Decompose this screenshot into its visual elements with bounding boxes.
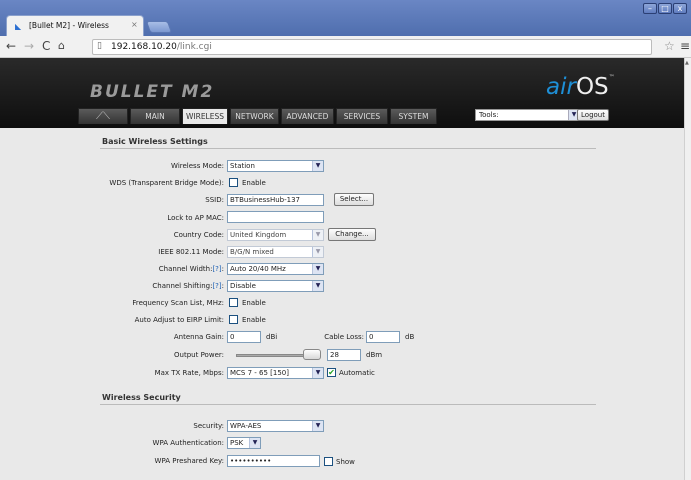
- automatic-label: Automatic: [339, 369, 375, 377]
- wpa-auth-label: WPA Authentication:: [152, 439, 224, 447]
- chevron-down-icon: ▼: [249, 438, 260, 448]
- close-window-icon[interactable]: x: [673, 3, 687, 14]
- output-power-slider-handle[interactable]: [303, 349, 321, 360]
- cable-loss-input[interactable]: 0: [366, 331, 400, 343]
- antenna-gain-unit: dBi: [266, 333, 278, 341]
- tab-system[interactable]: SYSTEM: [390, 108, 437, 124]
- ubiquiti-logo-icon: ⟋⟍: [96, 111, 110, 122]
- wpa-auth-select[interactable]: PSK ▼: [227, 437, 261, 449]
- page-icon: ▯: [97, 41, 102, 51]
- header-banner: BULLET M2 airOS™ ⟋⟍ MAIN WIRELESS NETWOR…: [0, 58, 684, 128]
- max-tx-rate-label: Max TX Rate, Mbps:: [154, 369, 224, 377]
- section-title-basic: Basic Wireless Settings: [102, 137, 208, 146]
- security-label: Security:: [193, 422, 224, 430]
- output-power-label: Output Power:: [174, 351, 224, 359]
- wds-checkbox[interactable]: [229, 178, 238, 187]
- security-select[interactable]: WPA-AES ▼: [227, 420, 324, 432]
- back-arrow-icon[interactable]: ←: [6, 39, 16, 53]
- ssid-label: SSID:: [205, 196, 224, 204]
- antenna-gain-input[interactable]: 0: [227, 331, 261, 343]
- page-viewport: BULLET M2 airOS™ ⟋⟍ MAIN WIRELESS NETWOR…: [0, 58, 684, 480]
- cable-loss-unit: dB: [405, 333, 415, 341]
- chevron-down-icon: ▼: [312, 161, 323, 171]
- logout-button[interactable]: Logout: [577, 109, 609, 121]
- new-tab-button[interactable]: [145, 21, 173, 33]
- country-code-select[interactable]: United Kingdom ▼: [227, 229, 324, 241]
- wireless-mode-label: Wireless Mode:: [171, 162, 224, 170]
- change-country-button[interactable]: Change...: [328, 228, 376, 241]
- address-bar[interactable]: ▯ 192.168.10.20/link.cgi: [92, 39, 652, 55]
- wds-label: WDS (Transparent Bridge Mode):: [109, 179, 224, 187]
- ssid-input[interactable]: BTBusinessHub-137: [227, 194, 324, 206]
- forward-arrow-icon[interactable]: →: [24, 39, 34, 53]
- tab-title: [Bullet M2] - Wireless: [29, 21, 109, 30]
- output-power-unit: dBm: [366, 351, 383, 359]
- ieee-mode-label: IEEE 802.11 Mode:: [158, 248, 224, 256]
- section-title-security: Wireless Security: [102, 393, 181, 402]
- channel-width-help-link[interactable]: [?]: [212, 265, 221, 273]
- close-tab-icon[interactable]: ×: [131, 20, 138, 29]
- tab-services[interactable]: SERVICES: [336, 108, 388, 124]
- wpa-key-label: WPA Preshared Key:: [154, 457, 224, 465]
- browser-tab[interactable]: ◣ [Bullet M2] - Wireless ×: [6, 15, 144, 36]
- eirp-enable-label: Enable: [242, 316, 266, 324]
- wireless-mode-select[interactable]: Station ▼: [227, 160, 324, 172]
- chevron-down-icon: ▼: [312, 264, 323, 274]
- menu-icon[interactable]: ≡: [680, 39, 690, 53]
- cable-loss-label: Cable Loss:: [324, 333, 364, 341]
- section-divider: [100, 148, 596, 149]
- country-code-label: Country Code:: [173, 231, 224, 239]
- tab-advanced[interactable]: ADVANCED: [281, 108, 334, 124]
- output-power-input[interactable]: 28: [327, 349, 361, 361]
- automatic-checkbox[interactable]: ✔: [327, 368, 336, 377]
- wifi-favicon-icon: ◣: [15, 22, 22, 31]
- channel-width-label: Channel Width:[?]:: [158, 265, 224, 273]
- antenna-gain-label: Antenna Gain:: [173, 333, 224, 341]
- lock-ap-mac-input[interactable]: [227, 211, 324, 223]
- window-controls: – □ x: [643, 3, 687, 14]
- frequency-scan-label: Frequency Scan List, MHz:: [132, 299, 224, 307]
- section-divider: [100, 404, 596, 405]
- channel-shifting-help-link[interactable]: [?]: [212, 282, 221, 290]
- eirp-checkbox[interactable]: [229, 315, 238, 324]
- chevron-down-icon: ▼: [312, 230, 323, 240]
- tab-main[interactable]: MAIN: [130, 108, 180, 124]
- frequency-scan-enable-label: Enable: [242, 299, 266, 307]
- eirp-label: Auto Adjust to EIRP Limit:: [134, 316, 224, 324]
- minimize-icon[interactable]: –: [643, 3, 657, 14]
- scroll-up-arrow-icon[interactable]: ▲: [685, 60, 689, 66]
- chevron-down-icon: ▼: [312, 247, 323, 257]
- main-nav-tabs: ⟋⟍ MAIN WIRELESS NETWORK ADVANCED SERVIC…: [78, 108, 437, 124]
- browser-toolbar: ← → C ⌂ ▯ 192.168.10.20/link.cgi ☆ ≡: [0, 36, 691, 58]
- checkmark-icon: ✔: [328, 368, 335, 377]
- show-key-label: Show: [336, 458, 355, 466]
- chevron-down-icon: ▼: [312, 368, 323, 378]
- channel-shifting-label: Channel Shifting:[?]:: [152, 282, 224, 290]
- ieee-mode-select[interactable]: B/G/N mixed ▼: [227, 246, 324, 258]
- product-logo: BULLET M2: [90, 82, 215, 102]
- tab-ubnt-logo[interactable]: ⟋⟍: [78, 108, 128, 124]
- maximize-icon[interactable]: □: [658, 3, 672, 14]
- channel-width-select[interactable]: Auto 20/40 MHz ▼: [227, 263, 324, 275]
- show-key-checkbox[interactable]: [324, 457, 333, 466]
- bookmark-star-icon[interactable]: ☆: [664, 39, 675, 53]
- url-text: 192.168.10.20/link.cgi: [111, 42, 212, 52]
- chevron-down-icon: ▼: [312, 281, 323, 291]
- channel-shifting-select[interactable]: Disable ▼: [227, 280, 324, 292]
- select-ssid-button[interactable]: Select...: [334, 193, 374, 206]
- frequency-scan-checkbox[interactable]: [229, 298, 238, 307]
- tab-network[interactable]: NETWORK: [230, 108, 279, 124]
- chevron-down-icon: ▼: [312, 421, 323, 431]
- lock-ap-mac-label: Lock to AP MAC:: [167, 214, 224, 222]
- wds-enable-label: Enable: [242, 179, 266, 187]
- home-icon[interactable]: ⌂: [58, 39, 65, 53]
- tools-select[interactable]: Tools: ▼: [475, 109, 580, 121]
- tab-wireless[interactable]: WIRELESS: [182, 108, 228, 124]
- reload-icon[interactable]: C: [42, 39, 50, 53]
- window-titlebar: ◣ [Bullet M2] - Wireless × – □ x: [0, 0, 691, 36]
- max-tx-rate-select[interactable]: MCS 7 - 65 [150] ▼: [227, 367, 324, 379]
- page-scrollbar[interactable]: ▲: [684, 58, 691, 480]
- wpa-key-input[interactable]: ••••••••••: [227, 455, 320, 467]
- airos-logo: airOS™: [546, 74, 615, 100]
